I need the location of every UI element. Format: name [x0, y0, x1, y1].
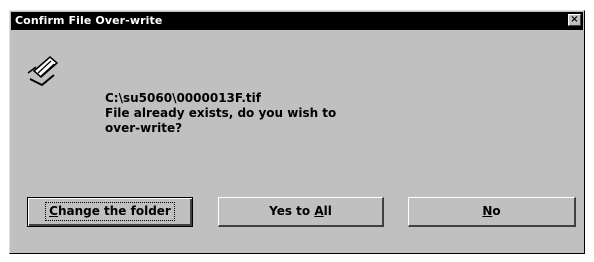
file-path: C:\su5060\0000013F.tif [105, 91, 261, 105]
no-button[interactable]: No [408, 197, 576, 227]
change-folder-button[interactable]: Change the folder [27, 197, 193, 227]
label-rest: ll [323, 204, 332, 218]
warning-icon [27, 56, 59, 87]
mnemonic-c: C [49, 204, 58, 218]
title-bar[interactable]: Confirm File Over-write × [11, 12, 583, 30]
close-icon: × [570, 14, 579, 25]
close-button[interactable]: × [568, 14, 581, 26]
label-pre: Yes to [269, 204, 315, 218]
mnemonic-n: N [482, 204, 493, 218]
change-folder-label: Change the folder [45, 202, 175, 221]
label-rest: hange the folder [57, 204, 171, 218]
yes-to-all-button[interactable]: Yes to All [218, 197, 384, 227]
confirm-overwrite-dialog: Confirm File Over-write × C:\su5060\0000… [9, 10, 585, 254]
message-line: File already exists, do you wish to [105, 106, 337, 120]
mnemonic-a: A [314, 204, 324, 218]
dialog-title: Confirm File Over-write [15, 14, 163, 27]
message-text: C:\su5060\0000013F.tif File already exis… [105, 91, 336, 136]
label-rest: o [492, 204, 501, 218]
message-line: over-write? [105, 121, 183, 135]
